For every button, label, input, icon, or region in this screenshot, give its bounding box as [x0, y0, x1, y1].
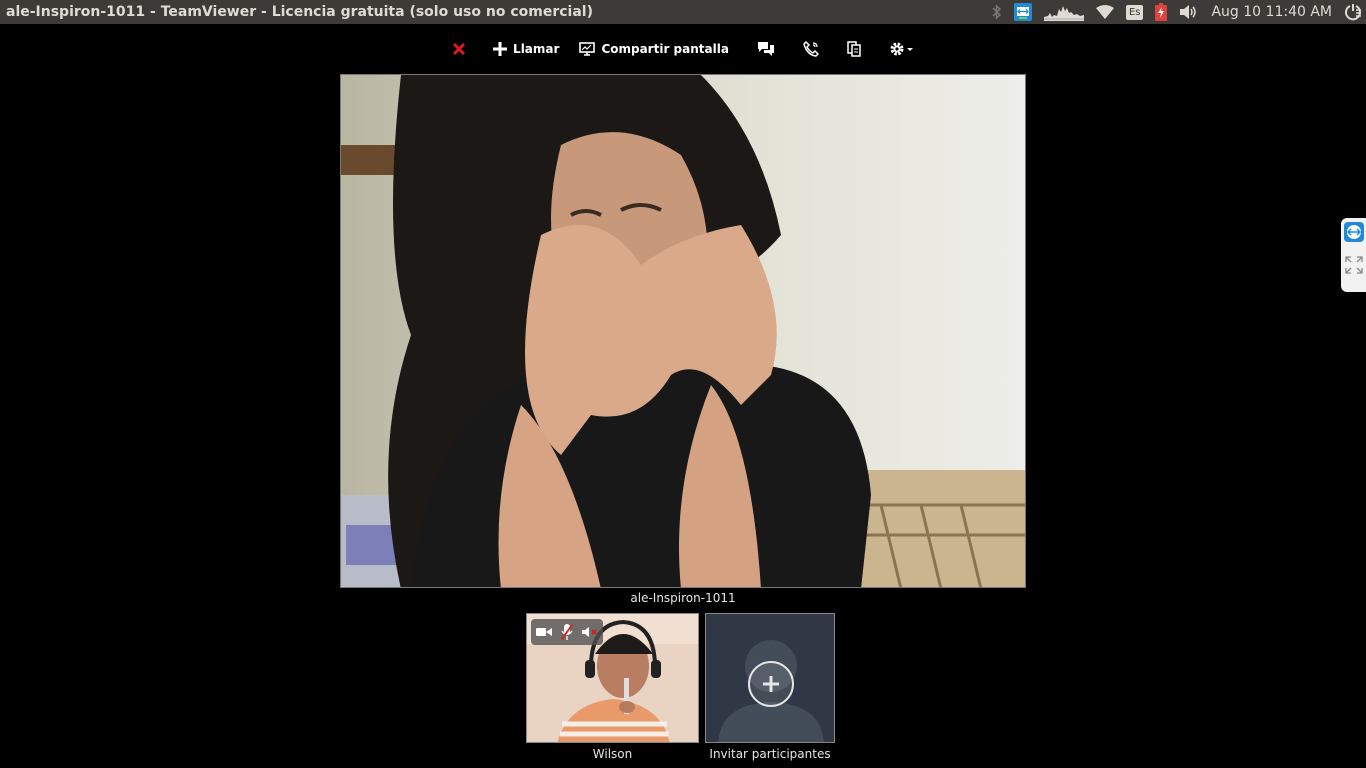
monitor-icon [579, 42, 596, 56]
chat-icon [757, 42, 774, 56]
files-button[interactable] [847, 41, 861, 57]
main-video-feed[interactable] [340, 74, 1026, 588]
keyboard-layout-indicator[interactable]: Es [1125, 0, 1144, 24]
participant-thumb-wilson[interactable] [526, 613, 699, 743]
speaker-muted-icon[interactable] [582, 626, 598, 638]
mic-muted-icon[interactable] [561, 624, 573, 640]
share-screen-button[interactable]: Compartir pantalla [579, 42, 729, 56]
power-icon[interactable] [1344, 0, 1362, 24]
keyboard-layout-label: Es [1125, 4, 1144, 20]
battery-icon[interactable] [1155, 0, 1168, 24]
clock[interactable]: Aug 10 11:40 AM [1211, 4, 1332, 20]
bluetooth-icon[interactable] [992, 0, 1002, 24]
camera-icon[interactable] [535, 627, 552, 637]
main-participant-name: ale-Inspiron-1011 [630, 591, 736, 605]
invite-participants-tile[interactable] [705, 613, 835, 743]
settings-button[interactable] [889, 41, 913, 57]
participant-controls [531, 619, 603, 645]
add-participant-icon[interactable] [747, 660, 795, 708]
call-button[interactable]: Llamar [493, 42, 559, 56]
call-label: Llamar [513, 42, 560, 56]
gear-icon [890, 42, 913, 56]
participant-name-label: Wilson [592, 747, 633, 761]
invite-participants-label[interactable]: Invitar participantes [698, 747, 842, 761]
chat-button[interactable] [757, 41, 775, 57]
top-panel: ale-Inspiron-1011 - TeamViewer - Licenci… [0, 0, 1366, 24]
close-icon [453, 43, 466, 55]
phone-button[interactable] [803, 41, 819, 57]
share-screen-label: Compartir pantalla [601, 42, 729, 56]
end-call-button[interactable] [453, 43, 466, 55]
phone-icon [803, 41, 819, 57]
volume-icon[interactable] [1179, 0, 1199, 24]
window-title: ale-Inspiron-1011 - TeamViewer - Licenci… [6, 4, 593, 20]
plus-icon [493, 42, 508, 56]
files-icon [847, 41, 861, 57]
call-toolbar: Llamar Compartir pantalla [0, 24, 1366, 74]
system-monitor-icon[interactable] [1043, 0, 1084, 24]
teamviewer-tray-icon[interactable] [1013, 0, 1032, 24]
fullscreen-icon[interactable] [1344, 256, 1363, 274]
wifi-icon[interactable] [1095, 0, 1114, 24]
system-tray: Es Aug 10 11:40 AM [992, 0, 1366, 24]
side-panel [1341, 218, 1366, 292]
main-video-image [341, 75, 1025, 587]
teamviewer-icon[interactable] [1343, 222, 1364, 242]
